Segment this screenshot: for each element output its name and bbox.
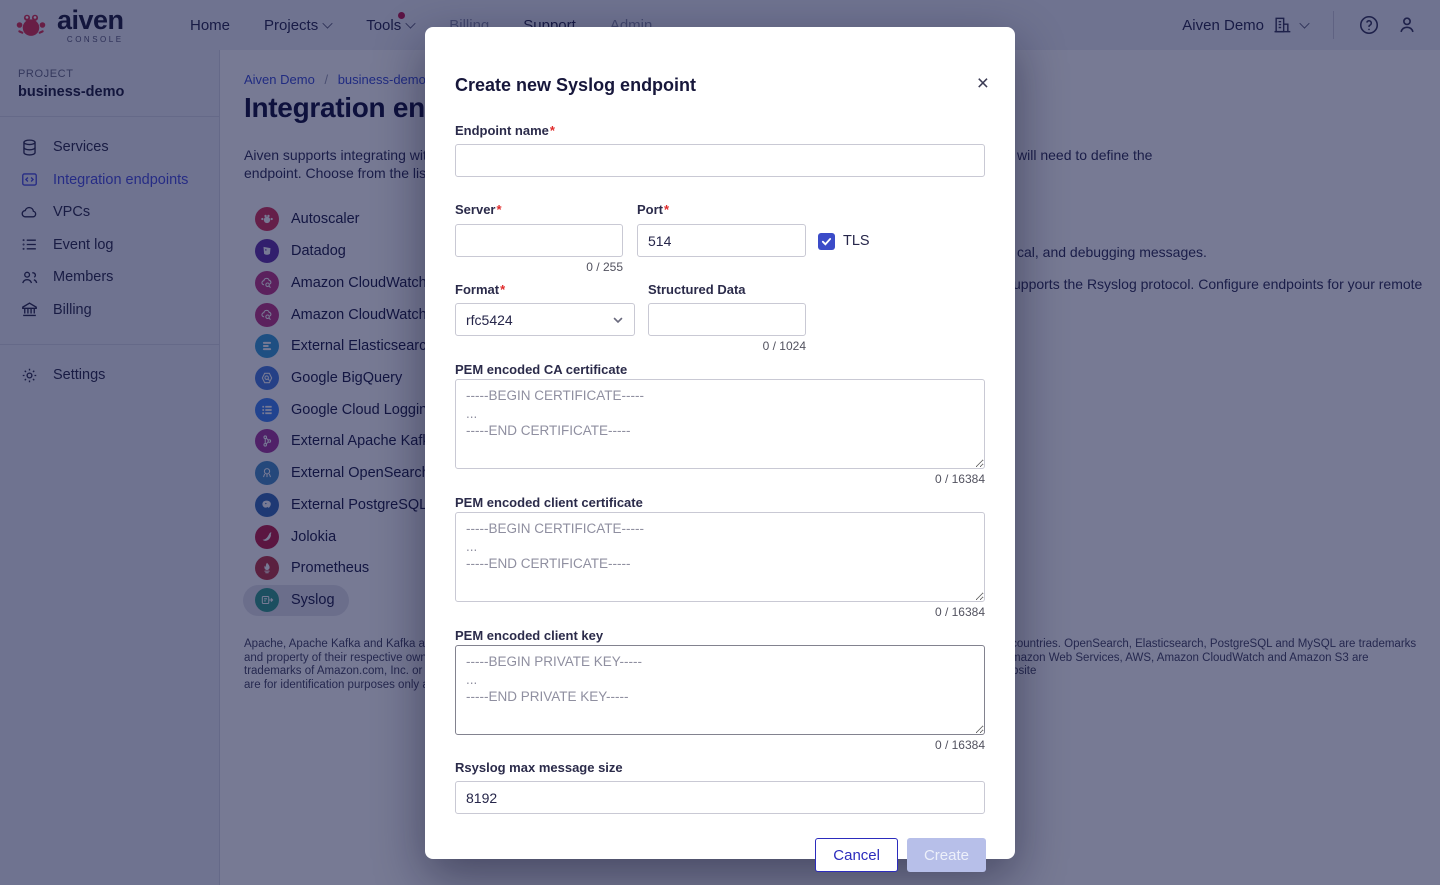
endpoint-name-input[interactable] (455, 144, 985, 177)
dialog-actions: Cancel Create (815, 838, 986, 872)
close-icon[interactable]: × (977, 73, 989, 94)
tls-checkbox[interactable] (818, 233, 835, 250)
structured-data-input[interactable] (648, 303, 806, 336)
port-label: Port* (637, 202, 669, 217)
client-certificate-char-counter: 0 / 16384 (455, 605, 985, 619)
server-label: Server* (455, 202, 502, 217)
structured-data-label: Structured Data (648, 282, 746, 297)
check-icon (821, 236, 832, 247)
tls-label: TLS (843, 233, 870, 249)
port-input[interactable] (637, 224, 806, 257)
client-key-label: PEM encoded client key (455, 628, 603, 643)
ca-certificate-char-counter: 0 / 16384 (455, 472, 985, 486)
cancel-button[interactable]: Cancel (815, 838, 898, 872)
format-label: Format* (455, 282, 505, 297)
ca-certificate-label: PEM encoded CA certificate (455, 362, 627, 377)
format-selected-value: rfc5424 (466, 312, 513, 328)
server-input[interactable] (455, 224, 623, 257)
client-certificate-textarea[interactable] (455, 512, 985, 602)
server-char-counter: 0 / 255 (455, 260, 623, 274)
client-certificate-label: PEM encoded client certificate (455, 495, 643, 510)
client-key-char-counter: 0 / 16384 (455, 738, 985, 752)
format-select[interactable]: rfc5424 (455, 303, 635, 336)
chevron-down-icon (612, 314, 624, 326)
dialog-title: Create new Syslog endpoint (455, 75, 696, 96)
endpoint-name-label: Endpoint name* (455, 123, 555, 138)
max-message-size-label: Rsyslog max message size (455, 760, 623, 775)
ca-certificate-textarea[interactable] (455, 379, 985, 469)
max-message-size-input[interactable] (455, 781, 985, 814)
structured-data-char-counter: 0 / 1024 (648, 339, 806, 353)
client-key-textarea[interactable] (455, 645, 985, 735)
create-syslog-endpoint-dialog: Create new Syslog endpoint × Endpoint na… (425, 27, 1015, 859)
create-button[interactable]: Create (907, 838, 986, 872)
